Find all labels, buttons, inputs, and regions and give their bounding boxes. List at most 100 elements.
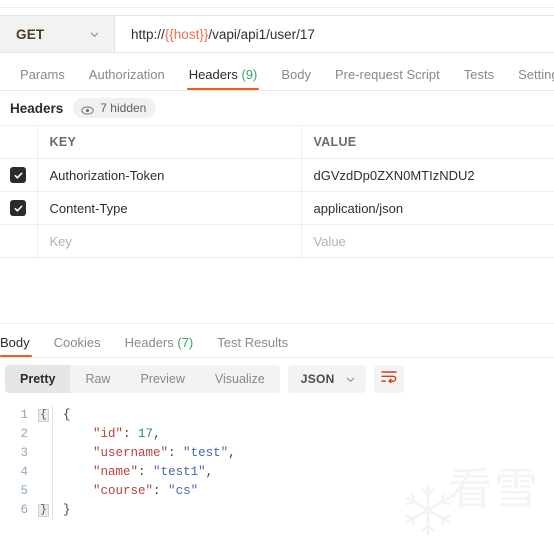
row-value-text: application/json [313, 200, 404, 216]
new-row-key-placeholder: Key [49, 233, 72, 249]
response-tab-headers-label: Headers [124, 335, 174, 350]
code-token-key-course: "course" [93, 484, 154, 498]
response-format-select[interactable]: JSON [287, 365, 366, 393]
new-row-value-cell[interactable]: Value [301, 224, 554, 258]
request-tab-bar: Params Authorization Headers (9) Body Pr… [0, 53, 554, 91]
new-row-key-cell[interactable]: Key [37, 224, 302, 258]
window-top-strip [0, 0, 554, 8]
headers-subheader: Headers 7 hidden [0, 91, 554, 125]
code-token-colon: : [168, 446, 184, 460]
panel-splitter-space [0, 258, 554, 324]
row-key-cell[interactable]: Content-Type [37, 191, 302, 225]
url-prefix: http:// [131, 26, 165, 42]
tab-settings-label: Settings [518, 67, 554, 82]
row-enabled-checkbox[interactable] [10, 200, 27, 216]
code-line: "course": "cs" [63, 482, 554, 501]
code-token-comma: , [205, 465, 214, 479]
tab-headers[interactable]: Headers (9) [177, 68, 270, 90]
code-token-key-name: "name" [93, 465, 139, 479]
row-enabled-checkbox[interactable] [10, 167, 27, 183]
row-checkbox-cell [0, 158, 38, 192]
line-number: 1 [20, 408, 28, 422]
code-token-comma: , [228, 446, 236, 460]
line-number: 3 [20, 446, 28, 460]
request-url-input[interactable]: http://{{host}}/vapi/api1/user/17 [115, 16, 554, 52]
new-row-value-placeholder: Value [313, 233, 346, 249]
code-token-key-id: "id" [93, 427, 124, 441]
response-tab-cookies[interactable]: Cookies [42, 336, 113, 357]
code-line: "name": "test1", [63, 463, 554, 482]
code-line: "id": 17, [63, 425, 554, 444]
code-token-key-username: "username" [93, 446, 169, 460]
response-tab-body-label: Body [0, 335, 30, 350]
code-token-value-id: 17 [138, 427, 154, 441]
view-mode-pretty[interactable]: Pretty [5, 365, 71, 393]
fold-marker-close[interactable]: } [38, 504, 49, 517]
response-format-value: JSON [300, 372, 335, 386]
response-tab-headers-count: (7) [177, 335, 194, 350]
fold-marker-open[interactable]: { [38, 409, 49, 422]
view-mode-raw[interactable]: Raw [70, 365, 125, 393]
url-suffix: /vapi/api1/user/17 [208, 26, 315, 42]
code-value-name-text: test1 [160, 465, 199, 479]
headers-table-header-row: KEY VALUE [0, 125, 554, 159]
request-url-text: http://{{host}}/vapi/api1/user/17 [131, 27, 315, 42]
response-format-bar: Pretty Raw Preview Visualize JSON [0, 358, 554, 400]
response-body-code-view[interactable]: 1 2 3 4 5 6 { } { "id": 17, "username": … [0, 400, 554, 520]
tab-tests-label: Tests [463, 67, 495, 82]
tab-headers-count: (9) [241, 67, 258, 82]
line-number: 5 [20, 484, 28, 498]
headers-table: KEY VALUE Authorization-Token dGVzdDp0ZX… [0, 125, 554, 258]
code-token-brace-close: } [63, 503, 71, 517]
postman-request-window: GET http://{{host}}/vapi/api1/user/17 Pa… [0, 0, 554, 546]
code-value-username-text: test [190, 446, 221, 460]
tab-authorization-label: Authorization [88, 67, 165, 82]
row-key-cell[interactable]: Authorization-Token [37, 158, 302, 192]
row-value-cell[interactable]: dGVzdDp0ZXN0MTIzNDU2 [301, 158, 554, 192]
view-mode-visualize[interactable]: Visualize [200, 365, 280, 393]
response-tab-bar: Body Cookies Headers (7) Test Results [0, 324, 554, 358]
tab-headers-label: Headers [188, 67, 238, 82]
code-line-numbers: 1 2 3 4 5 6 [0, 406, 36, 520]
word-wrap-button[interactable] [373, 365, 404, 393]
line-number: 4 [20, 465, 28, 479]
response-tab-body[interactable]: Body [0, 336, 42, 357]
view-mode-preview[interactable]: Preview [125, 365, 199, 393]
code-fold-column: { } [36, 406, 52, 520]
hidden-headers-label: 7 hidden [100, 101, 147, 115]
response-view-mode-group: Pretty Raw Preview Visualize [5, 365, 280, 393]
tab-params[interactable]: Params [8, 68, 77, 90]
header-cell-key: KEY [37, 125, 302, 159]
checkbox-wrap [0, 167, 37, 183]
code-content: { "id": 17, "username": "test", "name": … [52, 406, 554, 520]
row-value-cell[interactable]: application/json [301, 191, 554, 225]
code-token-value-username: "test" [183, 446, 229, 460]
code-value-course-text: cs [175, 484, 191, 498]
tab-settings[interactable]: Settings [506, 68, 554, 90]
row-checkbox-cell [0, 191, 38, 225]
header-cell-value: VALUE [301, 125, 554, 159]
line-number: 6 [20, 503, 28, 517]
tab-tests[interactable]: Tests [452, 68, 506, 90]
line-number: 2 [20, 427, 28, 441]
tab-pre-request-script[interactable]: Pre-request Script [323, 68, 452, 90]
request-url-bar: GET http://{{host}}/vapi/api1/user/17 [0, 15, 554, 53]
response-tab-test-results-label: Test Results [217, 335, 289, 350]
code-token-comma: , [153, 427, 161, 441]
code-token-colon: : [123, 427, 139, 441]
hidden-headers-toggle[interactable]: 7 hidden [73, 98, 157, 118]
chevron-down-icon [345, 374, 356, 385]
tab-body[interactable]: Body [269, 68, 323, 90]
http-method-label: GET [16, 26, 45, 42]
code-token-colon: : [153, 484, 169, 498]
http-method-selector[interactable]: GET [0, 16, 115, 52]
tab-params-label: Params [20, 67, 65, 82]
tab-pre-request-script-label: Pre-request Script [334, 67, 440, 82]
code-token-brace-open: { [63, 408, 71, 422]
chevron-down-icon [89, 29, 100, 40]
row-key-text: Content-Type [49, 200, 128, 216]
response-tab-test-results[interactable]: Test Results [205, 336, 300, 357]
tab-authorization[interactable]: Authorization [77, 68, 177, 90]
new-row-checkbox-cell [0, 224, 38, 258]
response-tab-headers[interactable]: Headers (7) [113, 336, 206, 357]
